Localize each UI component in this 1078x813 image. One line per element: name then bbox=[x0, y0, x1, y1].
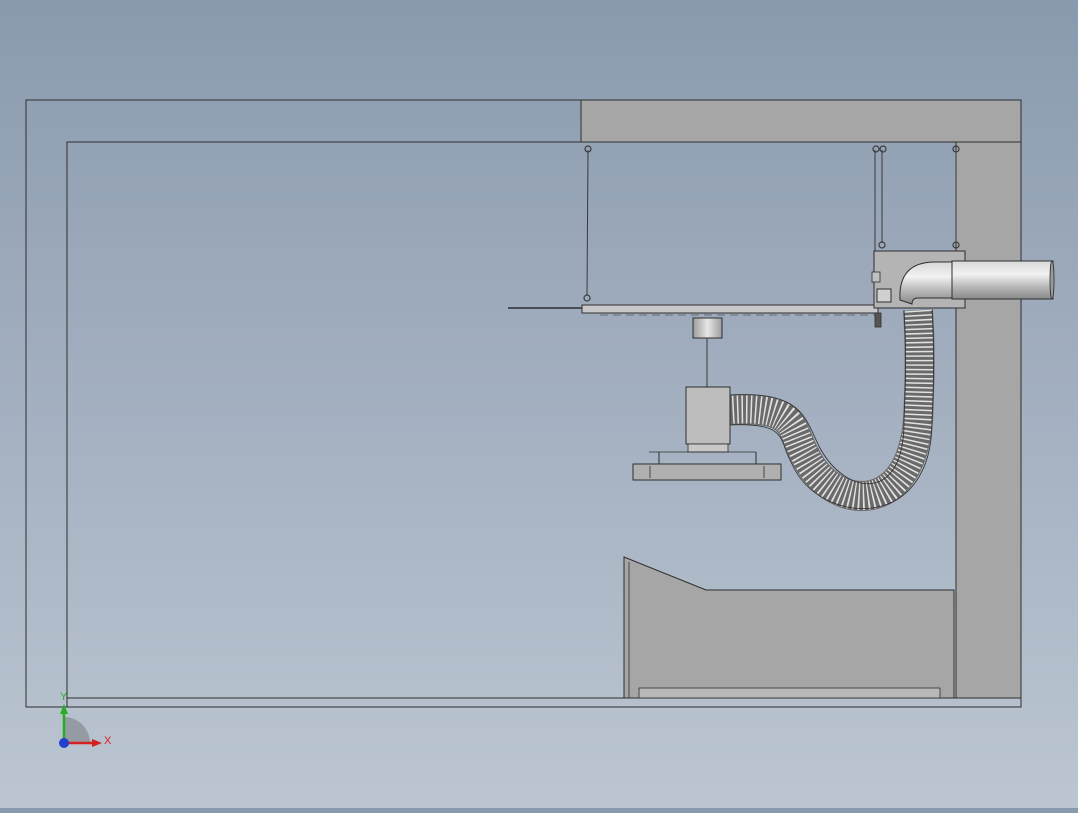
workbench bbox=[623, 556, 955, 699]
fan-unit bbox=[871, 250, 1055, 309]
workbench-plinth bbox=[638, 687, 941, 699]
triad-quadrant bbox=[64, 717, 90, 743]
fan-bracket bbox=[871, 271, 881, 283]
workbench-body bbox=[623, 556, 955, 699]
beam-rail bbox=[581, 304, 879, 314]
hook-top-mid-a bbox=[872, 145, 880, 153]
fan-control-box bbox=[876, 288, 892, 303]
hook-top-mid-b bbox=[879, 145, 887, 153]
axis-triad: X Y bbox=[59, 691, 112, 748]
beam-end-clamp bbox=[874, 312, 882, 328]
ceiling-shaded-block bbox=[580, 99, 1022, 143]
right-wall-shaded bbox=[955, 141, 1022, 699]
z-axis-dot bbox=[59, 738, 69, 748]
exhaust-duct bbox=[951, 260, 1054, 300]
floor-strip bbox=[66, 697, 1022, 708]
y-axis-label: Y bbox=[60, 691, 68, 703]
cable-left bbox=[586, 149, 589, 296]
drawing-canvas: X Y bbox=[25, 99, 1055, 748]
x-axis-arrow bbox=[92, 739, 102, 747]
exhaust-duct-end bbox=[1049, 260, 1055, 300]
pulley-canister bbox=[692, 317, 723, 339]
capture-hood bbox=[632, 463, 782, 481]
x-axis-label: X bbox=[104, 735, 112, 747]
hook-bottom-left bbox=[583, 294, 591, 302]
extraction-box bbox=[685, 386, 731, 445]
extraction-box-base bbox=[687, 443, 729, 453]
cad-viewport[interactable]: X Y bbox=[0, 0, 1078, 808]
